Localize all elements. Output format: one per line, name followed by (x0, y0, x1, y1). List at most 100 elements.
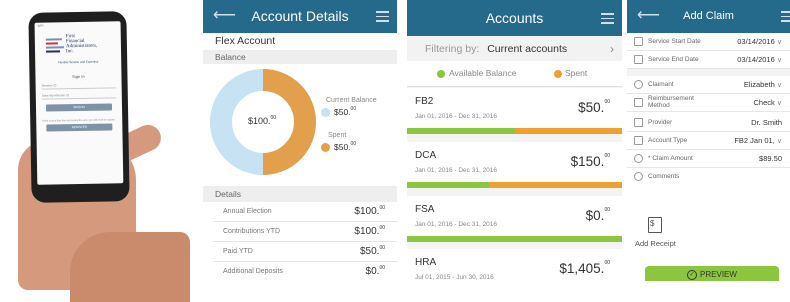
details-section-header: Details (203, 186, 397, 202)
details-list: Annual Election $100.00 Contributions YTD $… (203, 202, 397, 281)
claim-row[interactable]: Service Start Date 03/14/2016 ∨ (627, 33, 790, 51)
detail-row-value: $100.00 (354, 205, 385, 217)
card-icon (634, 118, 643, 127)
preview-button[interactable]: ✓ PREVIEW (645, 266, 779, 281)
claim-row[interactable]: Account Type FB2 Jan 01, ∨ (627, 132, 790, 150)
add-receipt-label[interactable]: Add Receipt (635, 239, 676, 248)
account-amount: $0.00 (585, 207, 610, 223)
member-id-field[interactable] (41, 87, 116, 90)
claim-row-label: Service Start Date (648, 38, 701, 45)
claim-row-value: Dr. Smith (751, 118, 782, 127)
detail-row: Paid YTD $50.00 (213, 242, 397, 262)
claim-row[interactable]: Claimant Elizabeth ∨ (627, 76, 790, 94)
spent-fill (488, 182, 622, 188)
detail-row-label: Paid YTD (223, 248, 253, 255)
calendar-icon (634, 55, 643, 64)
spent-value: $50.00 (334, 141, 357, 152)
claim-row-label: Claimant (648, 81, 674, 88)
hamburger-menu-icon[interactable] (376, 11, 389, 22)
account-card[interactable]: DCA Jan 01, 2016 - Dec 31, 2016 $150.00 (407, 142, 622, 188)
spent-label: Spent (328, 132, 347, 139)
claim-row-label: * Claim Amount (648, 155, 693, 162)
account-card[interactable]: HRA Jul 01, 2015 - Jun 30, 2016 $1,405.0… (407, 249, 622, 281)
chevron-down-icon: ∨ (776, 57, 782, 64)
claim-row-label: Comments (648, 173, 680, 180)
claim-row-value: 03/14/2016 ∨ (737, 55, 782, 64)
account-progress-bar (407, 182, 622, 188)
logo-text-line4: Inc. (65, 49, 74, 55)
chevron-down-icon: ∨ (776, 138, 782, 145)
claim-row-label: Service End Date (648, 56, 699, 63)
spent-dot (321, 143, 330, 152)
claim-row[interactable]: Reimbursement Method Check ∨ (627, 94, 790, 112)
detail-row: Additional Deposits $0.00 (213, 262, 397, 281)
details-title: Account Details (251, 8, 349, 24)
claim-row-label: Reimbursement Method (648, 95, 694, 109)
account-amount: $150.00 (570, 153, 610, 169)
balance-chart-area: $100.00 Current Balance $50.00 Spent $50… (203, 64, 397, 186)
dollar-icon (634, 154, 643, 163)
available-dot (437, 70, 445, 78)
chevron-down-icon: ∨ (776, 82, 782, 89)
balance-donut-chart (210, 69, 316, 175)
claim-row[interactable]: Provider Dr. Smith (627, 114, 790, 132)
phone-screen: WiFi First Financial Administrators, Inc… (34, 21, 124, 185)
receipt-icon[interactable]: $ (648, 217, 662, 233)
account-name: Flex Account (215, 35, 276, 47)
account-name: FB2 (415, 96, 434, 107)
chevron-down-icon: ∨ (776, 39, 782, 46)
detail-row-value: $100.00 (354, 225, 385, 237)
claim-row-label: Provider (648, 119, 673, 126)
signin-button[interactable]: SIGN IN (45, 103, 113, 112)
check-circle-icon: ✓ (687, 269, 698, 280)
detail-row-value: $0.00 (365, 265, 385, 277)
signin-heading: Sign In (72, 73, 85, 80)
logo-mark-icon (45, 36, 64, 54)
remember-divider (41, 97, 116, 100)
section-divider (627, 69, 790, 76)
detail-row-label: Annual Election (223, 208, 272, 215)
current-balance-dot (321, 108, 330, 117)
account-amount: $1,405.00 (559, 260, 610, 276)
account-name: DCA (415, 150, 437, 161)
current-balance-label: Current Balance (326, 97, 377, 104)
legend-spent-label: Spent (565, 68, 588, 78)
hamburger-menu-icon[interactable] (601, 13, 614, 24)
claim-row[interactable]: Service End Date 03/14/2016 ∨ (627, 51, 790, 69)
account-dates: Jan 01, 2016 - Dec 31, 2016 (415, 221, 498, 228)
account-card[interactable]: FSA Jan 01, 2016 - Dec 31, 2016 $0.00 (407, 196, 622, 242)
account-dates: Jul 01, 2015 - Jun 30, 2016 (415, 274, 494, 281)
filter-value: Current accounts (487, 43, 568, 55)
account-progress-bar (407, 128, 622, 134)
company-logo: First Financial Administrators, Inc. (45, 33, 110, 60)
phone-photo: WiFi First Financial Administrators, Inc… (0, 0, 190, 302)
accounts-screen: Accounts Filtering by: Current accounts … (407, 0, 622, 281)
filter-bar[interactable]: Filtering by: Current accounts › (407, 36, 622, 61)
available-fill (407, 182, 489, 188)
account-card[interactable]: FB2 Jan 01, 2016 - Dec 31, 2016 $50.00 (407, 88, 622, 134)
chevron-down-icon: ∨ (776, 100, 782, 107)
account-details-screen: ⟵ Account Details Flex Account Balance $… (203, 0, 397, 281)
claim-row-value: Elizabeth ∨ (743, 80, 782, 89)
phone-status-bar: WiFi (37, 23, 44, 28)
hamburger-menu-icon[interactable] (781, 11, 790, 22)
claim-row[interactable]: * Claim Amount $89.50 (627, 150, 790, 168)
accounts-legend: Available Balance Spent (407, 61, 622, 87)
claim-row[interactable]: Comments (627, 168, 790, 186)
accounts-title: Accounts (485, 10, 544, 26)
chevron-right-icon: › (610, 42, 614, 56)
claim-row-label: Account Type (648, 137, 688, 144)
detail-row-value: $50.00 (359, 245, 385, 257)
available-fill (407, 236, 622, 242)
person-icon (634, 80, 643, 89)
claim-header: ⟵ Add Claim (627, 0, 790, 33)
account-dates: Jan 01, 2016 - Dec 31, 2016 (415, 167, 498, 174)
current-balance-value: $50.00 (334, 106, 357, 117)
claim-row-value: Check ∨ (753, 98, 782, 107)
wrist-image (70, 232, 190, 302)
balance-section-header: Balance (203, 50, 397, 64)
account-amount: $50.00 (578, 99, 610, 115)
accounts-header: Accounts (407, 0, 622, 36)
account-progress-bar (407, 236, 622, 242)
register-button[interactable]: REGISTER (46, 123, 113, 132)
